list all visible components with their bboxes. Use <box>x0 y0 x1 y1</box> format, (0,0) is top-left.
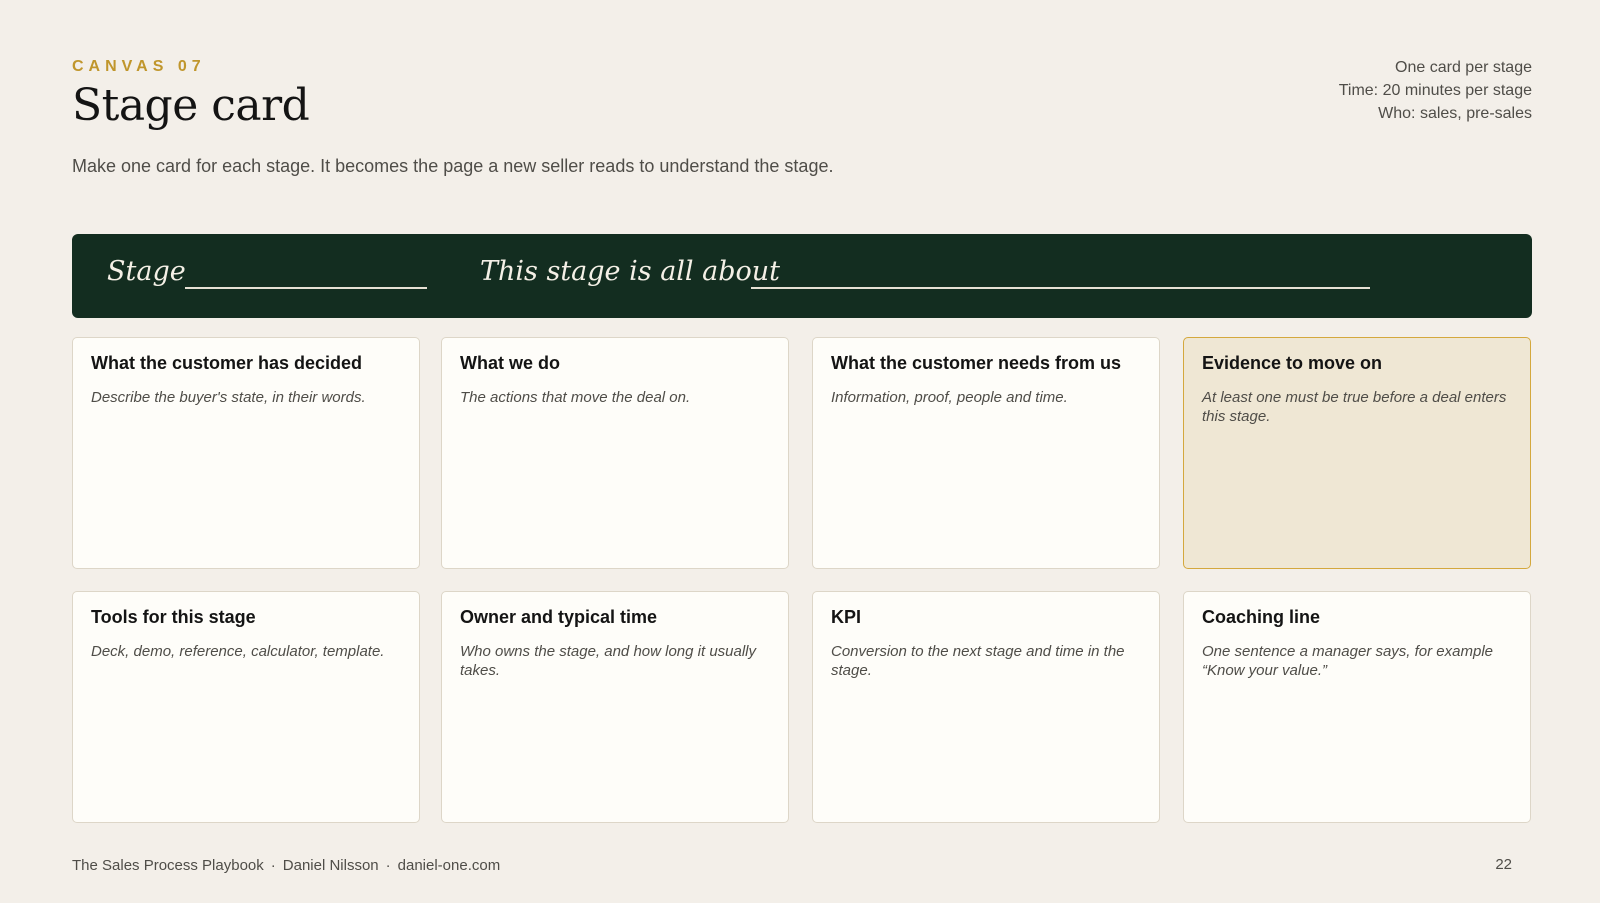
stage-about-label: This stage is all about <box>480 256 781 287</box>
meta-time: Time: 20 minutes per stage <box>1338 82 1532 99</box>
card-owner-time[interactable]: Owner and typical time Who owns the stag… <box>441 591 789 823</box>
card-description: Information, proof, people and time. <box>831 389 1068 406</box>
footer-book-title: The Sales Process Playbook <box>72 857 264 874</box>
card-title: Owner and typical time <box>460 607 658 627</box>
card-description: The actions that move the deal on. <box>460 389 691 406</box>
meta-info: One card per stage Time: 20 minutes per … <box>1339 56 1532 125</box>
footer: The Sales Process Playbook · Daniel Nilsso… <box>72 857 500 874</box>
footer-site: daniel-one.com <box>397 857 501 874</box>
page-number: 22 <box>1495 856 1512 873</box>
card-title: What the customer needs from us <box>831 353 1122 373</box>
card-title: KPI <box>831 607 862 627</box>
card-description: Deck, demo, reference, calculator, templ… <box>91 643 385 660</box>
footer-separator: · <box>270 857 276 874</box>
stage-label: Stage <box>107 256 186 287</box>
canvas-eyebrow: CANVAS 07 <box>72 58 206 75</box>
meta-cards-per-stage: One card per stage <box>1395 59 1532 76</box>
stage-about-line[interactable] <box>751 287 1370 289</box>
card-tools[interactable]: Tools for this stage Deck, demo, referen… <box>72 591 420 823</box>
meta-who: Who: sales, pre-sales <box>1378 105 1532 122</box>
card-description: At least one must be true before a deal … <box>1202 389 1507 425</box>
stage-banner: Stage This stage is all about <box>72 234 1532 318</box>
card-kpi[interactable]: KPI Conversion to the next stage and tim… <box>812 591 1160 823</box>
footer-separator: · <box>385 857 391 874</box>
card-title: What we do <box>460 353 560 373</box>
card-title: Tools for this stage <box>91 607 256 627</box>
card-title: Evidence to move on <box>1202 353 1383 373</box>
page-title: Stage card <box>72 80 310 131</box>
card-evidence-to-move-on[interactable]: Evidence to move on At least one must be… <box>1183 337 1531 569</box>
card-coaching-line[interactable]: Coaching line One sentence a manager say… <box>1183 591 1531 823</box>
card-description: Who owns the stage, and how long it usua… <box>460 643 757 679</box>
canvas-page: CANVAS 07 Stage card Make one card for e… <box>72 0 1532 903</box>
card-what-we-do[interactable]: What we do The actions that move the dea… <box>441 337 789 569</box>
card-customer-decided[interactable]: What the customer has decided Describe t… <box>72 337 420 569</box>
card-customer-needs[interactable]: What the customer needs from us Informat… <box>812 337 1160 569</box>
card-description: Describe the buyer's state, in their wor… <box>91 389 366 406</box>
page-subtitle: Make one card for each stage. It becomes… <box>72 156 834 176</box>
card-description: One sentence a manager says, for example… <box>1202 643 1493 679</box>
stage-name-line[interactable] <box>185 287 427 289</box>
card-description: Conversion to the next stage and time in… <box>831 643 1125 679</box>
footer-author: Daniel Nilsson <box>282 857 379 874</box>
card-title: What the customer has decided <box>91 353 363 373</box>
card-title: Coaching line <box>1202 607 1321 627</box>
